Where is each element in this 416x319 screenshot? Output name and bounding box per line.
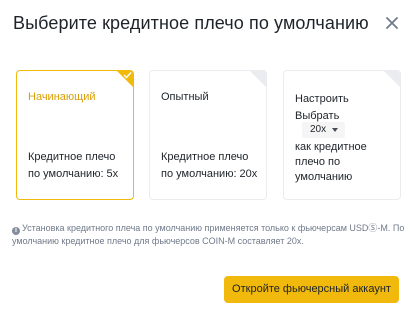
checkmark-icon <box>123 72 132 79</box>
option-name: Настроить <box>295 93 349 105</box>
chevron-down-icon <box>332 128 338 132</box>
leverage-select[interactable]: 20x <box>302 122 345 138</box>
option-description: как кредитное плечо по умолчанию <box>295 141 367 183</box>
option-description: Кредитное плечо по умолчанию: 20x <box>161 151 258 180</box>
info-note: i Установка кредитного плеча по умолчанию… <box>12 222 408 248</box>
option-description: Кредитное плечо по умолчанию: 5x <box>28 151 119 180</box>
option-name: Опытный <box>161 91 209 103</box>
leverage-options: Начинающий Кредитное плечо по умолчанию:… <box>16 70 402 200</box>
dialog-title: Выберите кредитное плечо по умолчанию <box>13 13 369 33</box>
info-note-text: Установка кредитного плеча по умолчанию … <box>12 223 405 246</box>
corner-marker <box>250 71 266 87</box>
info-icon: i <box>12 226 20 235</box>
default-leverage-dialog: Выберите кредитное плечо по умолчанию На… <box>0 0 416 319</box>
open-futures-account-button[interactable]: Откройте фьючерсный аккаунт <box>224 276 399 303</box>
option-card-custom[interactable]: Настроить Выбрать 20x как кредитное плеч… <box>283 70 401 200</box>
corner-marker <box>384 71 400 87</box>
close-icon[interactable] <box>384 15 400 31</box>
leverage-select-value: 20x <box>310 124 327 135</box>
option-name: Начинающий <box>28 91 96 103</box>
option-card-beginner[interactable]: Начинающий Кредитное плечо по умолчанию:… <box>16 70 134 200</box>
option-card-experienced[interactable]: Опытный Кредитное плечо по умолчанию: 20… <box>149 70 267 200</box>
